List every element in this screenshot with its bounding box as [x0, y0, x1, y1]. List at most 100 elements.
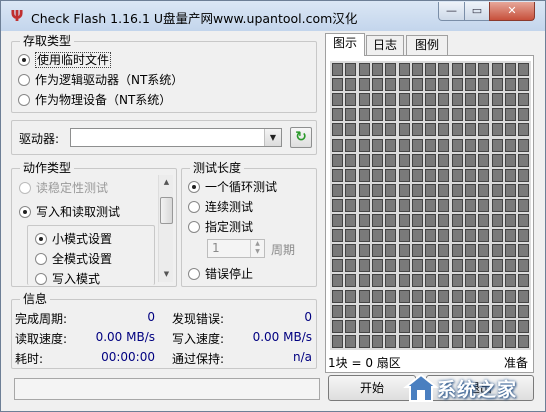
map-block: [504, 274, 516, 288]
map-block: [411, 138, 423, 152]
small-mode-label: 小模式设置: [52, 232, 113, 246]
map-panel: 1块 = 0 扇区 准备: [325, 55, 534, 373]
map-block: [425, 289, 437, 303]
map-block: [518, 334, 530, 348]
maximize-button[interactable]: ▭: [464, 2, 490, 21]
map-block: [518, 274, 530, 288]
write-mode-label: 写入模式: [52, 272, 101, 286]
access-temp-file-radio[interactable]: 使用临时文件: [18, 52, 112, 68]
map-block: [518, 198, 530, 212]
full-mode-radio[interactable]: 全模式设置: [35, 251, 112, 267]
cycles-stepper[interactable]: 1 ▲ ▼: [207, 239, 265, 258]
map-block: [438, 198, 450, 212]
map-block: [518, 259, 530, 273]
continuous-radio[interactable]: 连续测试: [188, 199, 253, 215]
access-physical-device-radio[interactable]: 作为物理设备（NT系统）: [18, 92, 171, 108]
errors-found-value: 0: [304, 310, 312, 324]
map-block: [385, 138, 397, 152]
stepper-arrows-icon[interactable]: ▲ ▼: [250, 240, 264, 257]
map-block: [478, 138, 490, 152]
map-block: [438, 244, 450, 258]
tab-legend-label: 图例: [414, 38, 439, 52]
usb-trident-icon: Ψ: [10, 7, 24, 25]
elapsed-time-value: 00:00:00: [101, 350, 155, 364]
map-block: [491, 274, 503, 288]
map-block: [491, 229, 503, 243]
map-block: [451, 138, 463, 152]
scroll-thumb[interactable]: [160, 197, 173, 224]
read-stability-radio[interactable]: 读稳定性测试: [19, 180, 108, 196]
stop-on-error-radio[interactable]: 错误停止: [188, 266, 253, 282]
map-block: [371, 289, 383, 303]
map-block: [332, 274, 343, 288]
refresh-drives-button[interactable]: ↻: [290, 127, 312, 148]
map-block: [332, 183, 343, 197]
specified-radio[interactable]: 指定测试: [188, 219, 253, 235]
watermark-text: 系统之家: [437, 379, 518, 401]
block-info: 1块 = 0 扇区: [328, 356, 401, 370]
map-block: [398, 319, 410, 333]
map-block: [465, 259, 476, 273]
map-block: [345, 78, 357, 92]
tab-log[interactable]: 日志: [366, 35, 404, 55]
map-block: [504, 289, 516, 303]
map-block: [332, 108, 343, 122]
map-block: [385, 274, 397, 288]
map-block: [425, 319, 437, 333]
tab-map[interactable]: 图示: [325, 33, 365, 56]
map-block: [518, 229, 530, 243]
map-block: [371, 334, 383, 348]
map-block: [465, 198, 476, 212]
map-block: [385, 259, 397, 273]
drive-select[interactable]: ▼: [70, 128, 282, 147]
tab-legend[interactable]: 图例: [406, 35, 448, 55]
map-block: [358, 168, 370, 182]
access-physical-device-label: 作为物理设备（NT系统）: [35, 93, 172, 107]
map-block: [358, 63, 370, 76]
map-block: [491, 93, 503, 107]
map-block: [518, 168, 530, 182]
scroll-up-icon[interactable]: ▲: [159, 175, 174, 190]
refresh-icon: ↻: [295, 129, 307, 145]
map-block: [411, 229, 423, 243]
access-logical-drive-radio[interactable]: 作为逻辑驱动器（NT系统）: [18, 72, 183, 88]
map-block: [438, 123, 450, 137]
radio-icon: [35, 253, 47, 265]
title-bar[interactable]: Ψ Check Flash 1.16.1 U盘量产网www.upantool.c…: [1, 1, 545, 31]
minimize-button[interactable]: —: [438, 2, 465, 21]
write-mode-radio[interactable]: 写入模式: [35, 271, 100, 287]
close-button[interactable]: ✕: [489, 2, 535, 21]
map-block: [438, 289, 450, 303]
small-mode-radio[interactable]: 小模式设置: [35, 231, 112, 247]
map-block: [371, 78, 383, 92]
map-block: [451, 214, 463, 227]
map-block: [371, 274, 383, 288]
map-block: [451, 78, 463, 92]
map-block: [345, 214, 357, 227]
map-block: [504, 93, 516, 107]
map-block: [345, 229, 357, 243]
access-type-legend: 存取类型: [20, 34, 75, 48]
map-block: [518, 183, 530, 197]
map-block: [491, 153, 503, 167]
map-block: [411, 183, 423, 197]
map-block: [425, 259, 437, 273]
map-block: [371, 93, 383, 107]
action-scrollbar[interactable]: ▲ ▼: [158, 175, 173, 282]
map-block: [411, 168, 423, 182]
write-read-radio[interactable]: 写入和读取测试: [19, 204, 120, 220]
map-block: [465, 229, 476, 243]
chevron-down-icon[interactable]: ▼: [264, 129, 281, 146]
one-cycle-radio[interactable]: 一个循环测试: [188, 179, 277, 195]
map-block: [504, 78, 516, 92]
map-block: [371, 198, 383, 212]
map-block: [398, 63, 410, 76]
map-block: [478, 214, 490, 227]
map-block: [385, 63, 397, 76]
map-block: [518, 63, 530, 76]
map-block: [345, 198, 357, 212]
map-block: [465, 183, 476, 197]
map-block: [398, 138, 410, 152]
scroll-down-icon[interactable]: ▼: [159, 267, 174, 282]
map-block: [451, 168, 463, 182]
